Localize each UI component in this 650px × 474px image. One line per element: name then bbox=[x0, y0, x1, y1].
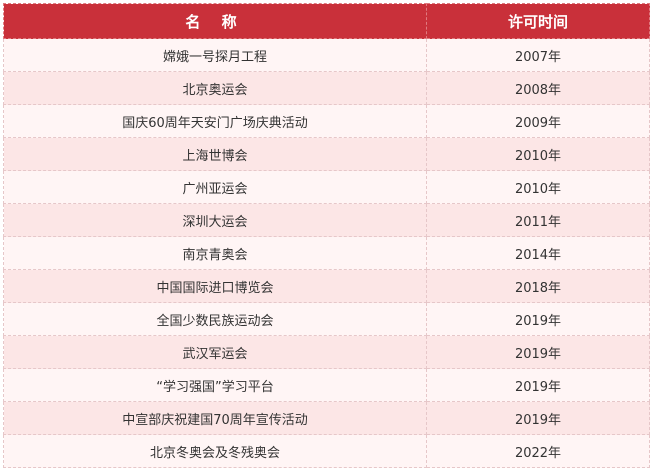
cell-name: 全国少数民族运动会 bbox=[3, 302, 427, 336]
table-row: 中国国际进口博览会 2018年 bbox=[3, 269, 650, 303]
cell-year: 2011年 bbox=[426, 203, 650, 237]
cell-name: 深圳大运会 bbox=[3, 203, 427, 237]
table-row: 南京青奥会 2014年 bbox=[3, 236, 650, 270]
cell-year: 2019年 bbox=[426, 368, 650, 402]
cell-year: 2014年 bbox=[426, 236, 650, 270]
cell-year: 2018年 bbox=[426, 269, 650, 303]
cell-name: 嫦娥一号探月工程 bbox=[3, 38, 427, 72]
table-row: 国庆60周年天安门广场庆典活动 2009年 bbox=[3, 104, 650, 138]
cell-name: 武汉军运会 bbox=[3, 335, 427, 369]
cell-name: 中宣部庆祝建国70周年宣传活动 bbox=[3, 401, 427, 435]
cell-year: 2019年 bbox=[426, 335, 650, 369]
cell-year: 2010年 bbox=[426, 170, 650, 204]
table-row: 北京奥运会 2008年 bbox=[3, 71, 650, 105]
cell-year: 2022年 bbox=[426, 434, 650, 468]
table-row: 北京冬奥会及冬残奥会 2022年 bbox=[3, 434, 650, 468]
cell-year: 2010年 bbox=[426, 137, 650, 171]
table-row: 深圳大运会 2011年 bbox=[3, 203, 650, 237]
license-table-container: 名 称 许可时间 嫦娥一号探月工程 2007年 北京奥运会 2008年 国庆60… bbox=[3, 3, 650, 468]
table-row: 武汉军运会 2019年 bbox=[3, 335, 650, 369]
cell-name: 国庆60周年天安门广场庆典活动 bbox=[3, 104, 427, 138]
cell-name: “学习强国”学习平台 bbox=[3, 368, 427, 402]
cell-year: 2008年 bbox=[426, 71, 650, 105]
cell-name: 南京青奥会 bbox=[3, 236, 427, 270]
cell-name: 广州亚运会 bbox=[3, 170, 427, 204]
cell-name: 中国国际进口博览会 bbox=[3, 269, 427, 303]
table-row: 中宣部庆祝建国70周年宣传活动 2019年 bbox=[3, 401, 650, 435]
table-row: 上海世博会 2010年 bbox=[3, 137, 650, 171]
header-year: 许可时间 bbox=[426, 3, 650, 39]
table-row: “学习强国”学习平台 2019年 bbox=[3, 368, 650, 402]
table-row: 嫦娥一号探月工程 2007年 bbox=[3, 38, 650, 72]
cell-year: 2007年 bbox=[426, 38, 650, 72]
cell-year: 2009年 bbox=[426, 104, 650, 138]
header-name: 名 称 bbox=[3, 3, 427, 39]
table-header-row: 名 称 许可时间 bbox=[3, 3, 650, 39]
table-row: 全国少数民族运动会 2019年 bbox=[3, 302, 650, 336]
table-row: 广州亚运会 2010年 bbox=[3, 170, 650, 204]
license-table: 名 称 许可时间 嫦娥一号探月工程 2007年 北京奥运会 2008年 国庆60… bbox=[3, 3, 650, 468]
cell-year: 2019年 bbox=[426, 302, 650, 336]
cell-year: 2019年 bbox=[426, 401, 650, 435]
cell-name: 上海世博会 bbox=[3, 137, 427, 171]
cell-name: 北京奥运会 bbox=[3, 71, 427, 105]
cell-name: 北京冬奥会及冬残奥会 bbox=[3, 434, 427, 468]
